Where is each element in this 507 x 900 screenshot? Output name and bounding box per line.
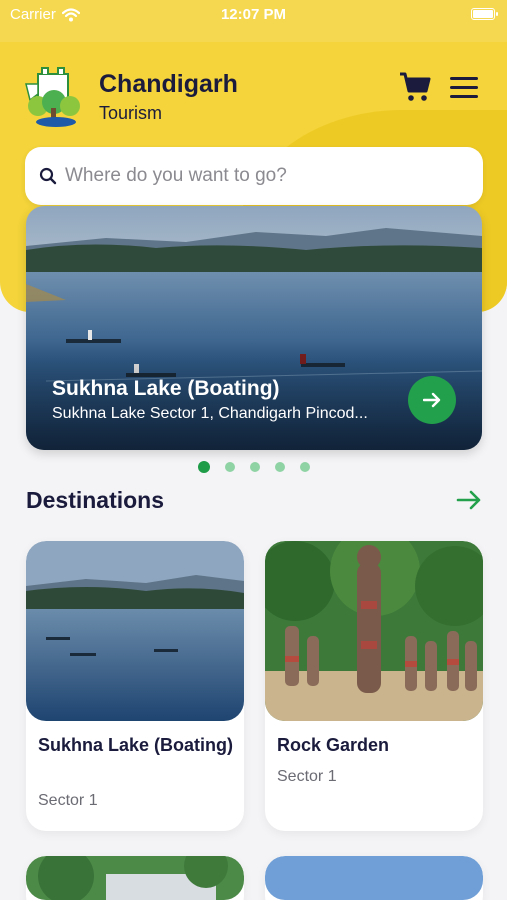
status-time: 12:07 PM [220,6,287,23]
see-all-arrow-icon[interactable] [456,487,482,513]
destination-card[interactable] [26,856,244,900]
card-sector: Sector 1 [277,768,337,785]
hamburger-menu-icon[interactable] [450,77,478,99]
destination-card[interactable]: Rock Garden Sector 1 [265,541,483,831]
featured-destination-card[interactable]: Sukhna Lake (Boating) Sukhna Lake Sector… [26,206,482,450]
carousel-dot[interactable] [224,462,235,472]
cart-icon[interactable] [399,72,431,102]
card-title: Rock Garden [277,735,390,755]
carousel-indicator [0,461,507,473]
carousel-dot[interactable] [249,462,260,472]
hero-go-button[interactable] [408,376,456,424]
carousel-dot[interactable] [197,461,210,473]
battery-icon [471,8,498,20]
hero-title: Sukhna Lake (Boating) [52,377,280,400]
hero-address: Sukhna Lake Sector 1, Chandigarh Pincod.… [52,405,368,422]
tourism-logo [25,67,80,127]
card-sector: Sector 1 [38,792,98,809]
arrow-right-icon [423,392,441,408]
lake-thumbnail [26,541,244,721]
destination-thumbnail [26,856,244,900]
carousel-dot[interactable] [299,462,310,472]
brand-subtitle: Tourism [99,103,163,123]
card-title: Sukhna Lake (Boating) [38,735,234,755]
status-bar: Carrier 12:07 PM [0,0,507,42]
destination-thumbnail [265,856,483,900]
carousel-dot[interactable] [274,462,285,472]
search-bar[interactable] [25,147,483,205]
search-input[interactable] [65,165,445,187]
brand-title: Chandigarh [99,70,238,98]
search-icon [39,167,57,185]
destination-card[interactable]: Sukhna Lake (Boating) Sector 1 [26,541,244,831]
rock-garden-thumbnail [265,541,483,721]
destination-card[interactable] [265,856,483,900]
section-title: Destinations [26,487,165,513]
